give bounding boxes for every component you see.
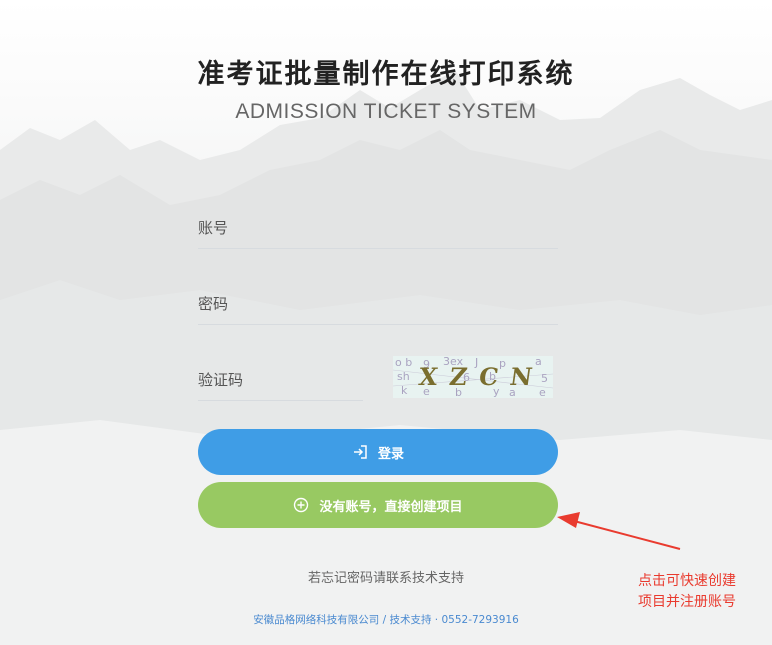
password-input[interactable] bbox=[198, 286, 558, 322]
svg-text:k: k bbox=[401, 384, 408, 397]
plus-circle-icon bbox=[293, 497, 309, 513]
page-subtitle: ADMISSION TICKET SYSTEM bbox=[235, 100, 537, 123]
account-input[interactable] bbox=[198, 210, 558, 246]
captcha-image[interactable]: o b 9 3ex Jp a sh 6 b 5 kebyae XZCN bbox=[393, 356, 553, 398]
svg-text:o b: o b bbox=[395, 356, 412, 369]
create-project-label: 没有账号，直接创建项目 bbox=[319, 498, 463, 514]
annotation-note: 点击可快速创建 项目并注册账号 bbox=[612, 571, 762, 613]
captcha-input[interactable] bbox=[198, 362, 363, 398]
login-label: 登录 bbox=[377, 445, 404, 461]
captcha-text: XZCN bbox=[416, 362, 547, 391]
footer-copyright[interactable]: 安徽品格网络科技有限公司 / 技术支持 · 0552-7293916 bbox=[0, 612, 772, 627]
annotation-line-2: 项目并注册账号 bbox=[638, 594, 736, 610]
annotation-line-1: 点击可快速创建 bbox=[638, 573, 736, 589]
account-field bbox=[198, 210, 558, 249]
password-field bbox=[198, 286, 558, 325]
login-icon bbox=[352, 444, 368, 460]
captcha-field bbox=[198, 362, 363, 401]
login-button[interactable]: 登录 bbox=[198, 429, 558, 475]
create-project-button[interactable]: 没有账号，直接创建项目 bbox=[198, 482, 558, 528]
page-title: 准考证批量制作在线打印系统 bbox=[197, 59, 575, 90]
